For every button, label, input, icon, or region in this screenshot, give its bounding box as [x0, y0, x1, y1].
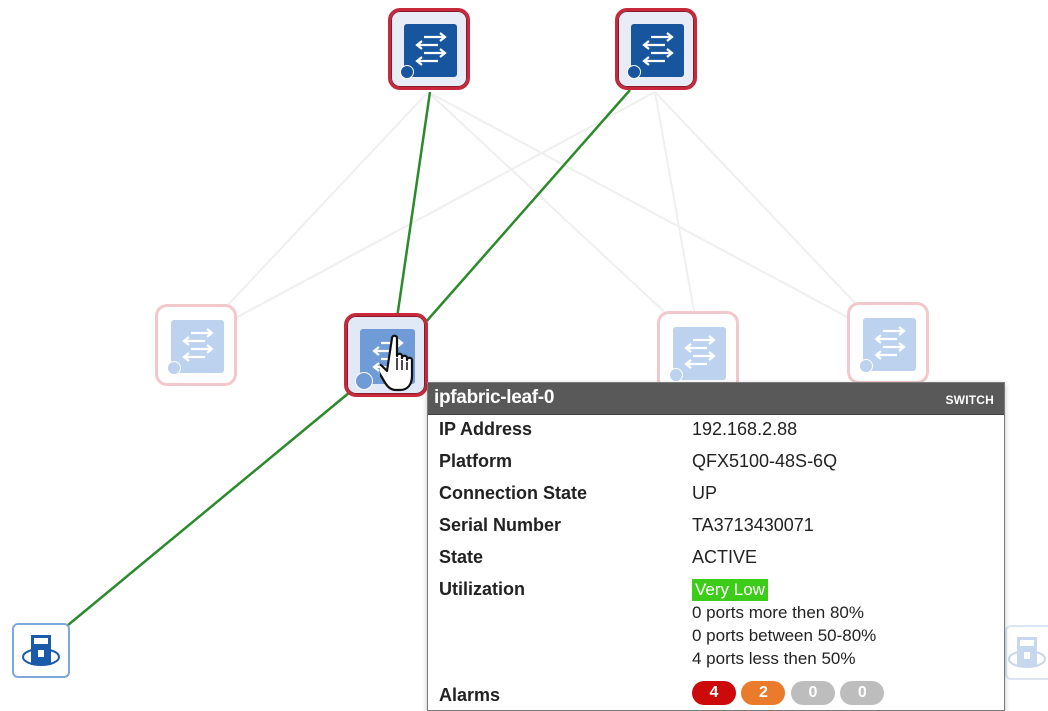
active-link [395, 91, 432, 319]
info-value: QFX5100-48S-6Q [692, 451, 838, 471]
utilization-line: 0 ports between 50-80% [692, 626, 877, 645]
clock-badge-icon [669, 368, 683, 382]
info-value: 192.168.2.88 [692, 419, 798, 439]
clock-badge-icon [859, 359, 873, 373]
active-link [409, 89, 631, 341]
status-badge-icon [400, 65, 414, 79]
utilization-details: Very Low 0 ports more then 80% 0 ports b… [692, 579, 876, 670]
info-value: TA3713430071 [692, 515, 814, 535]
host-server-1[interactable] [12, 623, 70, 678]
utilization-line: 0 ports more then 80% [692, 603, 864, 622]
info-label: Alarms [439, 685, 501, 705]
server-icon [1008, 637, 1046, 668]
info-label: Platform [439, 451, 513, 471]
spine-switch-2[interactable] [615, 8, 697, 90]
tooltip-header: ipfabric-leaf-0 SWITCH [428, 383, 1004, 415]
spine-switch-1[interactable] [388, 8, 470, 90]
inactive-link [427, 91, 701, 346]
active-link [61, 391, 351, 631]
leaf-switch-faded-1[interactable] [155, 304, 237, 386]
alarm-counts: 4 2 0 0 [692, 681, 885, 705]
clock-badge-icon [167, 361, 181, 375]
leaf-switch-faded-3[interactable] [847, 302, 929, 384]
clock-badge-icon [355, 372, 373, 390]
inactive-link [194, 91, 429, 341]
device-type: SWITCH [945, 393, 994, 407]
host-server-2[interactable] [1005, 625, 1048, 680]
alarm-warning-badge[interactable]: 0 [840, 681, 885, 705]
device-name: ipfabric-leaf-0 [434, 387, 555, 408]
info-value: UP [692, 483, 718, 503]
alarm-major-badge[interactable]: 2 [741, 681, 786, 705]
utilization-level-badge: Very Low [692, 579, 768, 601]
info-label: Serial Number [439, 515, 562, 535]
leaf-switch-faded-2[interactable] [657, 311, 739, 393]
utilization-line: 4 ports less then 50% [692, 649, 856, 668]
info-value: ACTIVE [692, 547, 758, 567]
info-label: Utilization [439, 579, 525, 599]
server-icon [22, 635, 60, 666]
info-label: State [439, 547, 484, 567]
info-label: Connection State [439, 483, 588, 503]
device-tooltip: ipfabric-leaf-0 SWITCH IP Address 192.16… [427, 382, 1005, 711]
alarm-minor-badge[interactable]: 0 [790, 681, 835, 705]
info-label: IP Address [439, 419, 533, 439]
leaf-switch-ipfabric-leaf-0[interactable] [344, 313, 428, 397]
alarm-critical-badge[interactable]: 4 [692, 681, 736, 705]
status-badge-icon [627, 65, 641, 79]
inactive-link [427, 91, 891, 341]
